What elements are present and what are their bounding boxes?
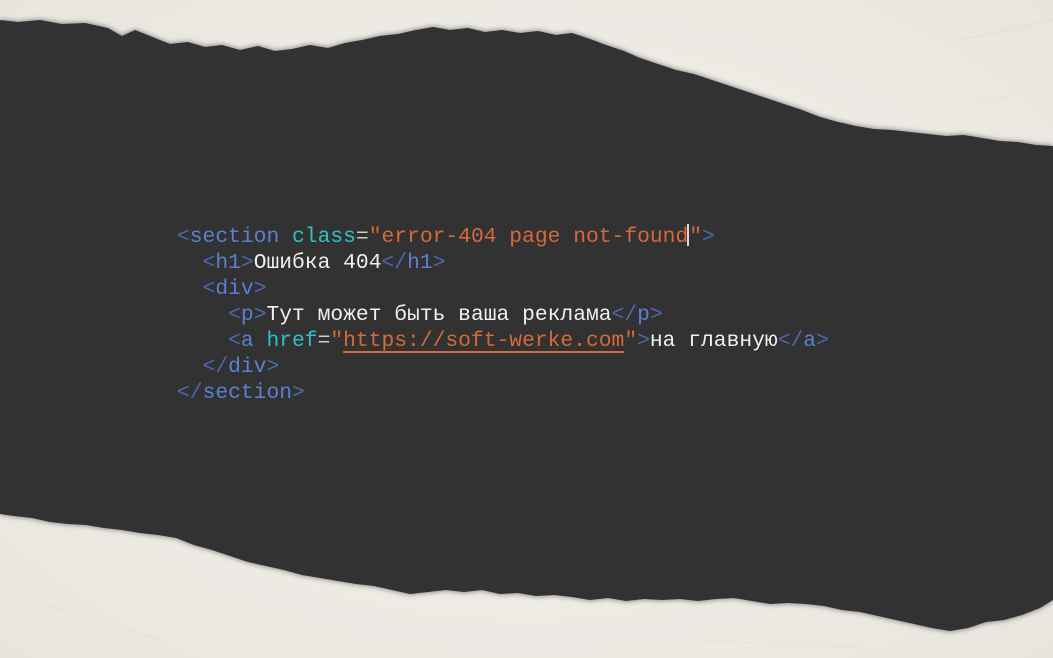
a-close-tag: a (803, 329, 817, 353)
site-url-link[interactable]: https://soft-werke.com (343, 329, 624, 353)
div-close-tag: div (228, 355, 267, 379)
code-line-section-close: </section> (177, 381, 305, 405)
home-link-text[interactable]: на главную (650, 329, 778, 353)
code-line-p: <p>Тут может быть ваша реклама</p> (228, 303, 663, 327)
div-tag: div (215, 277, 254, 301)
code-line-div-close: </div> (202, 355, 280, 379)
page-title: Ошибка 404 (253, 251, 382, 275)
section-close-tag: section (202, 381, 293, 405)
code-line-div-open: <div> (202, 277, 267, 301)
code-line-h1: <h1>Ошибка 404</h1> (202, 251, 446, 275)
code-line-section-open: <section class="error-404 page not-found… (177, 224, 715, 249)
html-code-snippet: <section class="error-404 page not-found… (177, 224, 829, 406)
class-attribute: class (292, 225, 356, 249)
error-404-page: <section class="error-404 page not-found… (0, 0, 1053, 658)
h1-close-tag: h1 (407, 251, 433, 275)
section-tag: section (189, 225, 280, 249)
code-line-a: <a href="https://soft-werke.com">на глав… (228, 329, 829, 353)
class-value: error-404 page not-found (381, 225, 689, 249)
href-attribute: href (266, 329, 318, 353)
p-close-tag: p (637, 303, 650, 327)
ad-text: Тут может быть ваша реклама (266, 303, 612, 327)
p-tag: p (240, 303, 254, 327)
h1-tag: h1 (215, 251, 241, 275)
a-tag: a (240, 329, 254, 353)
